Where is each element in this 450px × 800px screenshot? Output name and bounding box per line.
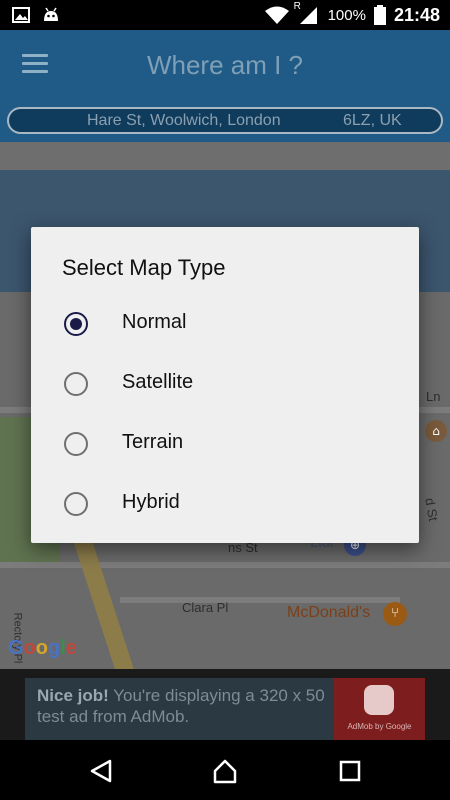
option-hybrid[interactable]: Hybrid [31, 474, 419, 534]
option-terrain[interactable]: Terrain [31, 414, 419, 474]
page-title: Where am I ? [146, 50, 304, 80]
map-road [120, 597, 400, 603]
option-label: Satellite [122, 371, 194, 393]
option-label: Hybrid [122, 491, 180, 513]
home-icon[interactable] [212, 758, 238, 784]
address-bar: Hare St, Woolwich, London 6LZ, UK [7, 107, 443, 134]
back-icon[interactable] [88, 758, 114, 784]
dialog-title: Select Map Type [62, 255, 226, 280]
ad-text: Nice job! You're displaying a 320 x 50 t… [37, 685, 337, 727]
map-label: Ln [426, 389, 441, 404]
ad-area: Nice job! You're displaying a 320 x 50 t… [0, 669, 450, 740]
option-label: Terrain [122, 431, 184, 453]
recents-icon[interactable] [337, 758, 363, 784]
address-street: Hare St, Woolwich, London [87, 112, 281, 129]
admob-logo[interactable]: AdMob by Google [334, 678, 425, 740]
clock: 21:48 [393, 4, 440, 25]
museum-icon[interactable]: ⌂ [425, 420, 447, 442]
admob-icon [364, 685, 394, 715]
radio-button[interactable] [64, 312, 88, 336]
mcdonalds-label: McDonald's [287, 604, 371, 621]
restaurant-icon[interactable]: ⑂ [383, 602, 407, 626]
roaming-indicator: R [293, 1, 301, 12]
image-icon [12, 7, 30, 23]
option-normal[interactable]: Normal [31, 294, 419, 354]
navigation-bar [0, 740, 450, 800]
option-label: Normal [122, 311, 187, 333]
google-logo: Google [8, 637, 77, 659]
address-postcode: 6LZ, UK [343, 112, 402, 129]
android-icon [44, 7, 58, 21]
status-bar: R 100% 21:48 [0, 0, 450, 30]
map-type-dialog: Select Map Type Normal Satellite Terrain… [31, 227, 419, 543]
admob-caption: AdMob by Google [347, 722, 412, 731]
option-satellite[interactable]: Satellite [31, 354, 419, 414]
ad-headline: Nice job! [37, 686, 109, 705]
app-bar: Where am I ? Hare St, Woolwich, London 6… [0, 30, 450, 142]
wifi-icon [264, 6, 289, 24]
ad-banner[interactable]: Nice job! You're displaying a 320 x 50 t… [25, 678, 425, 740]
map-label: Clara Pl [182, 600, 229, 615]
radio-button[interactable] [64, 432, 88, 456]
battery-icon [373, 5, 386, 25]
battery-percent: 100% [327, 6, 366, 24]
radio-button[interactable] [64, 492, 88, 516]
map-road [0, 562, 450, 568]
radio-button[interactable] [64, 372, 88, 396]
